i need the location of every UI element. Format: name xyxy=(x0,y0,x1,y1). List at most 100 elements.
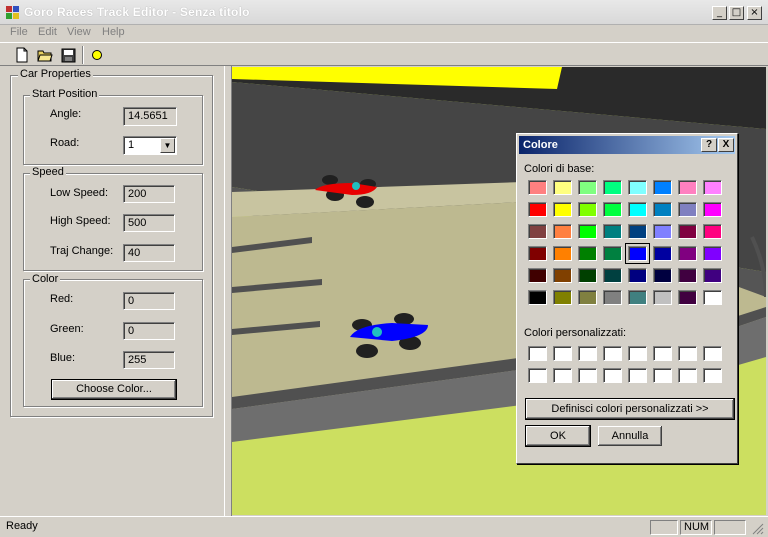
dialog-close-button[interactable]: X xyxy=(718,138,734,152)
color-swatch[interactable] xyxy=(528,246,547,261)
color-swatch[interactable] xyxy=(578,246,597,261)
custom-colors-grid xyxy=(528,346,728,388)
color-swatch[interactable] xyxy=(628,202,647,217)
color-swatch[interactable] xyxy=(653,290,672,305)
choose-color-button[interactable]: Choose Color... xyxy=(51,379,177,400)
cancel-button[interactable]: Annulla xyxy=(597,425,663,447)
help-icon: ? xyxy=(705,139,713,150)
color-swatch[interactable] xyxy=(703,224,722,239)
color-swatch[interactable] xyxy=(628,346,647,361)
color-swatch[interactable] xyxy=(703,180,722,195)
red-field[interactable]: 0 xyxy=(123,292,175,310)
color-swatch[interactable] xyxy=(703,368,722,383)
color-swatch[interactable] xyxy=(625,243,650,264)
ok-button[interactable]: OK xyxy=(525,425,591,447)
color-swatch[interactable] xyxy=(528,180,547,195)
color-swatch[interactable] xyxy=(678,346,697,361)
color-swatch[interactable] xyxy=(653,346,672,361)
traj-change-label: Traj Change: xyxy=(50,245,114,257)
color-swatch[interactable] xyxy=(553,346,572,361)
color-swatch[interactable] xyxy=(678,268,697,283)
high-speed-field[interactable]: 500 xyxy=(123,214,175,232)
color-swatch[interactable] xyxy=(553,224,572,239)
color-swatch[interactable] xyxy=(528,202,547,217)
low-speed-field[interactable]: 200 xyxy=(123,185,175,203)
save-button[interactable] xyxy=(58,46,78,64)
menu-view[interactable]: View xyxy=(67,25,91,40)
color-swatch[interactable] xyxy=(528,368,547,383)
color-swatch[interactable] xyxy=(678,368,697,383)
color-swatch[interactable] xyxy=(703,202,722,217)
color-swatch[interactable] xyxy=(603,290,622,305)
color-swatch[interactable] xyxy=(628,180,647,195)
new-button[interactable] xyxy=(12,46,32,64)
green-field[interactable]: 0 xyxy=(123,322,175,340)
color-swatch[interactable] xyxy=(578,346,597,361)
menu-edit[interactable]: Edit xyxy=(38,25,57,40)
color-swatch[interactable] xyxy=(653,268,672,283)
color-swatch[interactable] xyxy=(703,268,722,283)
color-swatch[interactable] xyxy=(628,224,647,239)
open-button[interactable] xyxy=(35,46,55,64)
color-swatch[interactable] xyxy=(628,290,647,305)
maximize-button[interactable]: □ xyxy=(729,6,744,20)
blue-field[interactable]: 255 xyxy=(123,351,175,369)
color-swatch[interactable] xyxy=(603,368,622,383)
toolbar-separator xyxy=(82,46,84,64)
color-swatch[interactable] xyxy=(578,268,597,283)
color-swatch[interactable] xyxy=(528,224,547,239)
chevron-down-icon[interactable]: ▼ xyxy=(160,138,175,153)
close-button[interactable]: × xyxy=(747,6,762,20)
color-swatch[interactable] xyxy=(578,224,597,239)
color-swatch[interactable] xyxy=(528,346,547,361)
menu-file[interactable]: File xyxy=(10,25,28,40)
light-button[interactable] xyxy=(87,46,107,64)
color-swatch[interactable] xyxy=(653,180,672,195)
color-swatch[interactable] xyxy=(703,246,722,261)
color-swatch[interactable] xyxy=(603,180,622,195)
color-swatch[interactable] xyxy=(628,268,647,283)
minimize-button[interactable]: _ xyxy=(712,6,727,20)
angle-field[interactable]: 14.5651 xyxy=(123,107,177,126)
basic-colors-grid xyxy=(528,180,728,310)
color-swatch[interactable] xyxy=(603,202,622,217)
color-swatch[interactable] xyxy=(653,202,672,217)
color-swatch[interactable] xyxy=(678,290,697,305)
color-swatch[interactable] xyxy=(553,246,572,261)
color-swatch[interactable] xyxy=(678,202,697,217)
color-swatch[interactable] xyxy=(703,346,722,361)
color-swatch[interactable] xyxy=(578,180,597,195)
color-swatch[interactable] xyxy=(578,368,597,383)
color-swatch[interactable] xyxy=(553,202,572,217)
color-swatch[interactable] xyxy=(578,290,597,305)
color-swatch[interactable] xyxy=(553,368,572,383)
help-button[interactable]: ? xyxy=(701,138,717,152)
color-swatch[interactable] xyxy=(603,224,622,239)
open-folder-icon xyxy=(37,50,53,62)
close-icon: X xyxy=(722,139,730,150)
color-swatch[interactable] xyxy=(603,246,622,261)
color-swatch[interactable] xyxy=(528,290,547,305)
menu-help[interactable]: Help xyxy=(102,25,125,40)
color-swatch[interactable] xyxy=(528,268,547,283)
color-swatch[interactable] xyxy=(678,180,697,195)
color-swatch[interactable] xyxy=(553,290,572,305)
color-swatch[interactable] xyxy=(553,268,572,283)
color-swatch[interactable] xyxy=(703,290,722,305)
color-swatch[interactable] xyxy=(678,246,697,261)
traj-change-field[interactable]: 40 xyxy=(123,244,175,262)
speed-title: Speed xyxy=(30,166,66,178)
color-swatch[interactable] xyxy=(603,346,622,361)
road-select[interactable]: 1 ▼ xyxy=(123,136,177,155)
color-swatch[interactable] xyxy=(553,180,572,195)
color-swatch[interactable] xyxy=(678,224,697,239)
color-swatch[interactable] xyxy=(653,368,672,383)
color-swatch[interactable] xyxy=(578,202,597,217)
color-swatch[interactable] xyxy=(653,224,672,239)
color-swatch[interactable] xyxy=(653,246,672,261)
color-swatch[interactable] xyxy=(628,368,647,383)
define-custom-colors-button[interactable]: Definisci colori personalizzati >> xyxy=(525,398,735,420)
splitter[interactable] xyxy=(224,66,232,516)
resize-grip-icon[interactable] xyxy=(752,523,764,535)
color-swatch[interactable] xyxy=(603,268,622,283)
